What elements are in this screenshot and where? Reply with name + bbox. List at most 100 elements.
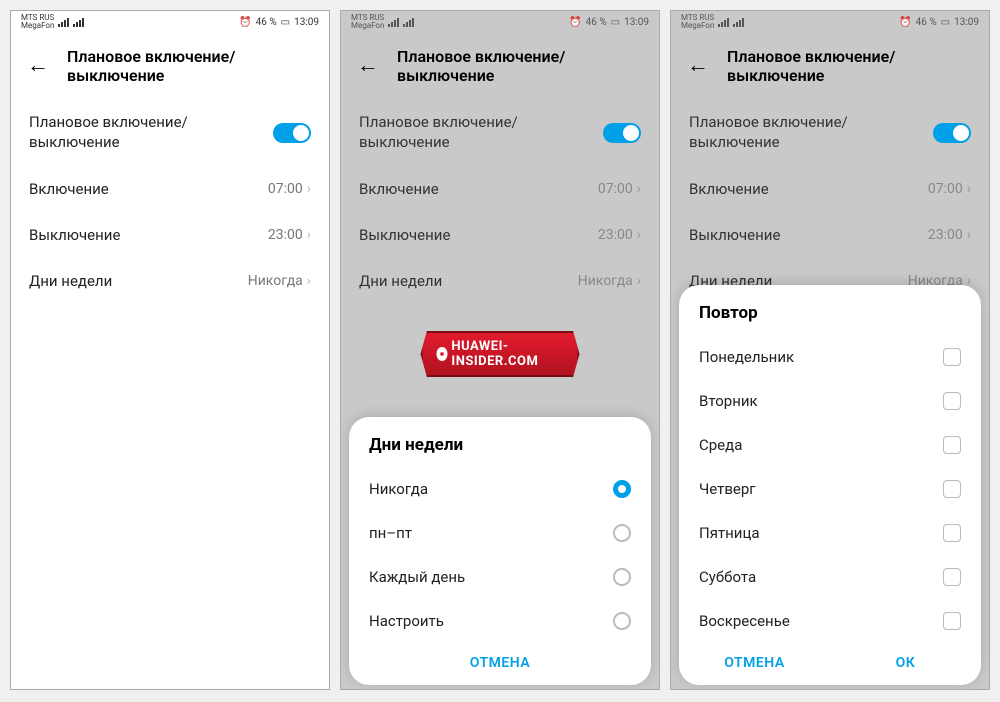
on-value: 07:00 [928,181,963,197]
page-header: ← Плановое включение/выключение [671,33,989,99]
option-never[interactable]: Никогда [349,467,651,511]
clock: 13:09 [624,17,649,28]
chevron-right-icon: › [307,181,311,197]
sheet-repeat: Повтор Понедельник Вторник Среда Четверг… [679,285,981,685]
row-days[interactable]: Дни недели Никогда› [11,258,329,304]
watermark-text: HUAWEI-INSIDER.COM [451,339,563,369]
checkbox-icon[interactable] [943,568,961,586]
row-on-time[interactable]: Включение 07:00› [341,166,659,212]
day-tuesday[interactable]: Вторник [679,379,981,423]
chevron-right-icon: › [967,227,971,243]
carrier-2: MegaFon [351,22,384,30]
option-everyday[interactable]: Каждый день [349,555,651,599]
checkbox-icon[interactable] [943,524,961,542]
cancel-button[interactable]: ОТМЕНА [349,655,651,671]
chevron-right-icon: › [637,181,641,197]
signal-icon [58,18,69,27]
day-label: Среда [699,436,742,454]
back-icon[interactable]: ← [357,55,379,77]
battery-pct: 46 % [586,17,607,28]
on-label: Включение [29,180,268,198]
battery-icon: ▭ [281,17,290,28]
row-toggle[interactable]: Плановое включение/ выключение [671,99,989,166]
sheet-title: Повтор [679,285,981,335]
signal-icon [733,18,744,27]
day-thursday[interactable]: Четверг [679,467,981,511]
status-bar: MTS RUS MegaFon ⏰ 46 % ▭ 13:09 [341,11,659,33]
day-friday[interactable]: Пятница [679,511,981,555]
row-on-time[interactable]: Включение 07:00› [11,166,329,212]
checkbox-icon[interactable] [943,612,961,630]
off-label: Выключение [29,226,268,244]
toggle-switch[interactable] [933,123,971,143]
page-title: Плановое включение/выключение [397,47,643,85]
day-label: Вторник [699,392,758,410]
checkbox-icon[interactable] [943,348,961,366]
row-off-time[interactable]: Выключение 23:00› [11,212,329,258]
days-label: Дни недели [29,272,248,290]
chevron-right-icon: › [967,181,971,197]
alarm-icon: ⏰ [239,17,251,28]
battery-icon: ▭ [611,17,620,28]
day-label: Пятница [699,524,760,542]
page-header: ← Плановое включение/выключение [341,33,659,99]
off-value: 23:00 [598,227,633,243]
phone-screen-2: MTS RUS MegaFon ⏰ 46 % ▭ 13:09 ← Планово… [340,10,660,690]
toggle-label: Плановое включение/ выключение [689,113,933,152]
checkbox-icon[interactable] [943,480,961,498]
phone-screen-1: MTS RUS MegaFon ⏰ 46 % ▭ 13:09 ← Планово… [10,10,330,690]
option-weekdays[interactable]: пн–пт [349,511,651,555]
option-label: Настроить [369,612,444,630]
option-custom[interactable]: Настроить [349,599,651,643]
day-saturday[interactable]: Суббота [679,555,981,599]
chevron-right-icon: › [637,273,641,289]
back-icon[interactable]: ← [687,55,709,77]
toggle-label: Плановое включение/ выключение [29,113,273,152]
watermark-badge: HUAWEI-INSIDER.COM [421,331,580,377]
radio-icon [613,524,631,542]
alarm-icon: ⏰ [569,17,581,28]
chevron-right-icon: › [307,227,311,243]
days-value: Никогда [248,273,303,289]
day-label: Воскресенье [699,612,790,630]
cancel-button[interactable]: ОТМЕНА [679,655,830,671]
carrier-2: MegaFon [21,22,54,30]
day-label: Четверг [699,480,756,498]
off-value: 23:00 [268,227,303,243]
option-label: Каждый день [369,568,465,586]
chevron-right-icon: › [307,273,311,289]
signal-icon [718,18,729,27]
toggle-switch[interactable] [603,123,641,143]
toggle-switch[interactable] [273,123,311,143]
page-title: Плановое включение/выключение [67,47,313,85]
row-off-time[interactable]: Выключение 23:00› [671,212,989,258]
day-monday[interactable]: Понедельник [679,335,981,379]
checkbox-icon[interactable] [943,392,961,410]
row-toggle[interactable]: Плановое включение/ выключение [11,99,329,166]
days-value: Никогда [578,273,633,289]
battery-icon: ▭ [941,17,950,28]
status-bar: MTS RUS MegaFon ⏰ 46 % ▭ 13:09 [671,11,989,33]
battery-pct: 46 % [256,17,277,28]
row-on-time[interactable]: Включение 07:00› [671,166,989,212]
ok-button[interactable]: ОК [830,655,981,671]
signal-icon [403,18,414,27]
on-label: Включение [359,180,598,198]
checkbox-icon[interactable] [943,436,961,454]
day-label: Понедельник [699,348,794,366]
option-label: пн–пт [369,524,412,542]
radio-selected-icon [613,480,631,498]
day-wednesday[interactable]: Среда [679,423,981,467]
option-label: Никогда [369,480,428,498]
row-days[interactable]: Дни недели Никогда› [341,258,659,304]
toggle-label: Плановое включение/ выключение [359,113,603,152]
row-toggle[interactable]: Плановое включение/ выключение [341,99,659,166]
battery-pct: 46 % [916,17,937,28]
day-sunday[interactable]: Воскресенье [679,599,981,643]
on-value: 07:00 [598,181,633,197]
row-off-time[interactable]: Выключение 23:00› [341,212,659,258]
back-icon[interactable]: ← [27,55,49,77]
sheet-days: Дни недели Никогда пн–пт Каждый день Нас… [349,417,651,685]
off-label: Выключение [359,226,598,244]
day-label: Суббота [699,568,756,586]
